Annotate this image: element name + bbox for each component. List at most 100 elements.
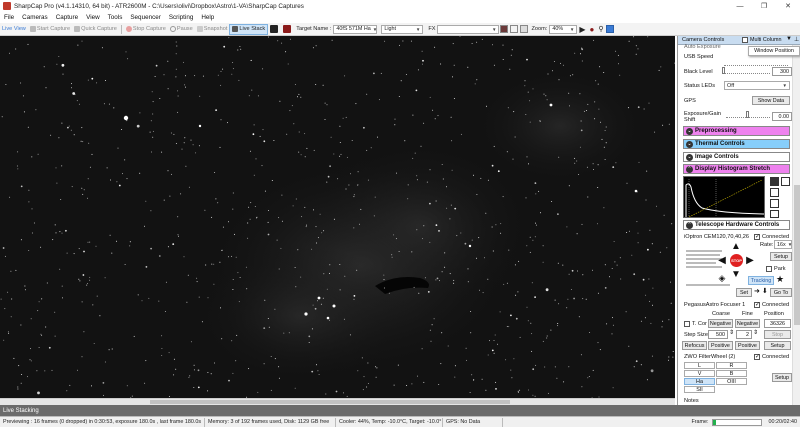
filter-wheel-connected-checkbox[interactable]: Connected bbox=[754, 352, 789, 361]
thermal-section-header[interactable]: ⌄ Thermal Controls bbox=[683, 139, 790, 149]
black-level-input[interactable]: 300 bbox=[772, 67, 792, 76]
filter-sii-button[interactable]: SII bbox=[684, 386, 715, 393]
minimize-button[interactable]: — bbox=[728, 0, 752, 12]
filter-l-button[interactable]: L bbox=[684, 362, 715, 369]
mount-setup-button[interactable]: Setup bbox=[770, 252, 792, 261]
snapshot-button[interactable]: Snapshot bbox=[195, 24, 230, 35]
stop-capture-button[interactable]: Stop Capture bbox=[124, 24, 168, 35]
capture-profile-select[interactable]: Light ▼ bbox=[381, 24, 424, 34]
live-stack-button[interactable]: Live Stack bbox=[229, 23, 269, 35]
zoom-select[interactable]: 40% ▼ bbox=[549, 24, 578, 34]
horizontal-scrollbar[interactable] bbox=[0, 398, 675, 405]
histogram-auto-stretch-icon[interactable] bbox=[770, 177, 779, 186]
histogram-lightning-icon[interactable] bbox=[770, 188, 779, 197]
menu-cameras[interactable]: Cameras bbox=[18, 14, 52, 21]
show-data-button[interactable]: Show Data bbox=[752, 96, 790, 105]
mount-tracking-button[interactable]: Tracking bbox=[748, 276, 774, 285]
focuser-setup-button[interactable]: Setup bbox=[764, 341, 791, 350]
star bbox=[450, 116, 452, 118]
exposure-gain-shift-slider[interactable] bbox=[726, 111, 770, 118]
menu-sequencer[interactable]: Sequencer bbox=[126, 14, 164, 21]
quick-capture-button[interactable]: Quick Capture bbox=[72, 24, 119, 35]
filter-b-button[interactable]: B bbox=[716, 370, 747, 377]
exposure-gain-shift-knob[interactable] bbox=[746, 111, 749, 118]
image-controls-section-header[interactable]: ⌄ Image Controls bbox=[683, 152, 790, 162]
live-view-button[interactable]: Live View bbox=[0, 24, 28, 35]
crop-icon[interactable] bbox=[510, 25, 519, 33]
restore-button[interactable]: ❐ bbox=[752, 0, 776, 12]
menu-capture[interactable]: Capture bbox=[52, 14, 82, 21]
camera-image-view[interactable] bbox=[0, 36, 675, 398]
slew-west-button[interactable]: ◀ bbox=[716, 254, 728, 266]
filter-v-button[interactable]: V bbox=[684, 370, 715, 377]
step-size-input[interactable]: 500 bbox=[708, 330, 728, 339]
filter-ha-button[interactable]: Ha bbox=[684, 378, 715, 385]
mount-stop-button[interactable]: STOP bbox=[730, 254, 743, 267]
focuser-tcomp-checkbox[interactable]: T. Cor bbox=[684, 319, 707, 328]
pause-button[interactable]: Pause bbox=[168, 24, 195, 35]
telescope-section-header[interactable]: ⌃ Telescope Hardware Controls bbox=[683, 220, 790, 230]
histogram-reset-icon[interactable] bbox=[781, 177, 790, 186]
zoom-tool-icon[interactable]: ▶ bbox=[577, 24, 587, 35]
live-stacking-tab[interactable]: Live Stacking bbox=[0, 405, 800, 416]
black-level-slider[interactable] bbox=[722, 67, 770, 74]
fine-step-spinner-icon[interactable]: ⇕ bbox=[753, 329, 758, 336]
menu-tools[interactable]: Tools bbox=[104, 14, 127, 21]
focuser-positive-coarse-button[interactable]: Positive bbox=[708, 341, 733, 350]
close-button[interactable]: ✕ bbox=[776, 0, 800, 12]
exposure-gain-shift-input[interactable]: 0.00 bbox=[772, 112, 792, 121]
menu-scripting[interactable]: Scripting bbox=[165, 14, 198, 21]
slew-north-button[interactable]: ▲ bbox=[730, 240, 742, 252]
pin-icon[interactable]: ⊥ bbox=[794, 36, 799, 43]
preprocessing-section-header[interactable]: ⌄ Preprocessing bbox=[683, 126, 790, 136]
reticle-toggle-icon[interactable] bbox=[281, 24, 294, 35]
focuser-connected-checkbox[interactable]: Connected bbox=[754, 300, 789, 309]
focuser-negative-fine-button[interactable]: Negative bbox=[735, 319, 760, 328]
focuser-negative-coarse-button[interactable]: Negative bbox=[708, 319, 733, 328]
star-icon[interactable]: ★ bbox=[776, 274, 784, 285]
star bbox=[126, 178, 128, 180]
focuser-stop-button[interactable]: Stop bbox=[764, 330, 791, 339]
histogram-section-header[interactable]: ⌃ Display Histogram Stretch bbox=[683, 164, 790, 174]
color-swatch-icon[interactable] bbox=[500, 25, 509, 33]
star bbox=[654, 131, 656, 133]
horizontal-scrollbar-thumb[interactable] bbox=[150, 400, 510, 404]
filter-oiii-button[interactable]: OIII bbox=[716, 378, 747, 385]
menu-file[interactable]: File bbox=[0, 14, 18, 21]
slew-east-button[interactable]: ▶ bbox=[744, 254, 756, 266]
mount-set-button[interactable]: Set bbox=[736, 288, 752, 297]
step-size-spinner-icon[interactable]: ⇕ bbox=[729, 329, 734, 336]
filter-r-button[interactable]: R bbox=[716, 362, 747, 369]
fx-select[interactable]: ▼ bbox=[437, 24, 500, 34]
focuser-positive-fine-button[interactable]: Positive bbox=[735, 341, 760, 350]
mount-park-checkbox[interactable]: Park bbox=[766, 264, 786, 273]
mount-home-icon[interactable]: ◈ bbox=[716, 272, 728, 284]
slew-south-button[interactable]: ▼ bbox=[730, 268, 742, 280]
usb-speed-slider[interactable] bbox=[724, 61, 788, 66]
fine-step-input[interactable]: 2 bbox=[736, 330, 752, 339]
tools-icon[interactable] bbox=[606, 25, 615, 33]
mount-rate-select[interactable]: 16x ▼ bbox=[774, 240, 792, 249]
star bbox=[407, 184, 409, 186]
target-name-input[interactable]: 40fS 571M Ha ▼ bbox=[333, 24, 378, 34]
multi-column-checkbox[interactable]: Multi Column bbox=[742, 37, 781, 43]
mount-goto-button[interactable]: Go To bbox=[770, 288, 792, 297]
histogram-rotate-icon[interactable] bbox=[770, 199, 779, 208]
focuser-refocus-button[interactable]: Refocus bbox=[682, 341, 707, 350]
status-leds-select[interactable]: Off ▼ bbox=[724, 81, 790, 90]
reticle-menu-icon[interactable]: ● bbox=[588, 24, 597, 35]
panel-scrollbar-thumb[interactable] bbox=[794, 185, 800, 325]
filter-wheel-setup-button[interactable]: Setup bbox=[772, 373, 792, 382]
histogram-display[interactable] bbox=[683, 176, 765, 218]
panel-dropdown-icon[interactable]: ▼ bbox=[786, 36, 792, 42]
black-level-slider-knob[interactable] bbox=[722, 67, 725, 74]
search-icon[interactable]: ⚲ bbox=[596, 24, 605, 35]
menu-view[interactable]: View bbox=[82, 14, 104, 21]
focuser-position-input[interactable]: 36326 bbox=[764, 319, 791, 328]
grid-icon[interactable] bbox=[520, 25, 529, 33]
start-capture-button[interactable]: Start Capture bbox=[28, 24, 72, 35]
histogram-save-icon[interactable] bbox=[770, 210, 779, 218]
menu-help[interactable]: Help bbox=[197, 14, 218, 21]
panel-vertical-scrollbar[interactable] bbox=[792, 45, 800, 405]
histogram-toggle-icon[interactable] bbox=[268, 24, 281, 35]
